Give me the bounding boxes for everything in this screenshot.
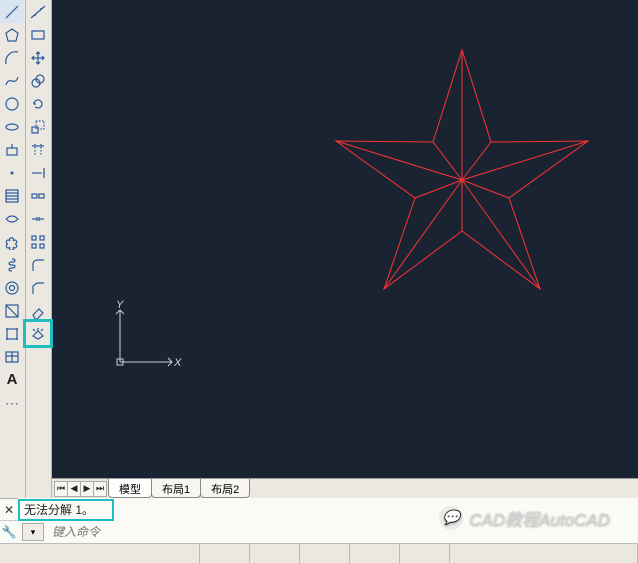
layout-tabs: ⏮ ◀ ▶ ⏭ 模型 布局1 布局2: [52, 478, 638, 498]
model-space[interactable]: X Y ⏮ ◀ ▶ ⏭ 模型 布局1 布局2: [52, 0, 638, 498]
xline-tool[interactable]: [26, 0, 50, 23]
tab-layout2[interactable]: 布局2: [200, 479, 250, 498]
command-input-line: 🔧 ▾: [0, 521, 638, 543]
star-drawing: [52, 0, 638, 478]
join-tool[interactable]: [26, 207, 50, 230]
text-tool[interactable]: A: [0, 368, 24, 391]
explode-tool[interactable]: [26, 322, 50, 345]
command-close-icon[interactable]: ✕: [0, 500, 18, 520]
extend-tool[interactable]: [26, 161, 50, 184]
app-window: A ⋯: [0, 0, 638, 498]
region-tool[interactable]: [0, 207, 24, 230]
svg-text:X: X: [173, 357, 182, 369]
donut-tool[interactable]: [0, 276, 24, 299]
tab-nav-prev[interactable]: ◀: [67, 481, 81, 497]
ucs-icon: X Y: [112, 300, 182, 370]
spline-tool[interactable]: [0, 69, 24, 92]
drawing-canvas[interactable]: X Y: [52, 0, 638, 478]
erase-tool[interactable]: [26, 299, 50, 322]
command-input[interactable]: [48, 523, 638, 541]
break-tool[interactable]: [26, 184, 50, 207]
tab-nav-last[interactable]: ⏭: [93, 481, 107, 497]
tab-nav-first[interactable]: ⏮: [54, 481, 68, 497]
command-settings-icon[interactable]: 🔧: [0, 522, 18, 542]
copy-tool[interactable]: [26, 69, 50, 92]
table-tool[interactable]: [0, 345, 24, 368]
hatch-tool[interactable]: [0, 184, 24, 207]
draw-toolbar: A ⋯: [0, 0, 26, 498]
command-area: ✕ 无法分解 1。 🔧 ▾: [0, 498, 638, 563]
array-tool[interactable]: [26, 230, 50, 253]
tab-nav-next[interactable]: ▶: [80, 481, 94, 497]
arc-tool[interactable]: [0, 46, 24, 69]
scale-tool[interactable]: [26, 115, 50, 138]
rectangle-tool[interactable]: [26, 23, 50, 46]
circle-tool[interactable]: [0, 92, 24, 115]
command-history-text: 无法分解 1。: [18, 498, 638, 521]
line-tool[interactable]: [0, 0, 24, 23]
point-tool[interactable]: [0, 161, 24, 184]
command-history-dropdown[interactable]: ▾: [22, 523, 44, 541]
tab-layout1[interactable]: 布局1: [151, 479, 201, 498]
command-history-line: ✕ 无法分解 1。: [0, 499, 638, 521]
tab-model[interactable]: 模型: [108, 479, 152, 498]
block-tool[interactable]: [0, 138, 24, 161]
helix-tool[interactable]: [0, 253, 24, 276]
move-tool[interactable]: [26, 46, 50, 69]
boundary-tool[interactable]: [0, 299, 24, 322]
svg-text:Y: Y: [116, 300, 124, 311]
more-tool[interactable]: ⋯: [0, 391, 24, 414]
rotate-tool[interactable]: [26, 92, 50, 115]
revcloud-tool[interactable]: [0, 230, 24, 253]
trim-tool[interactable]: [26, 138, 50, 161]
chamfer-tool[interactable]: [26, 276, 50, 299]
fillet-tool[interactable]: [26, 253, 50, 276]
ellipse-arc-tool[interactable]: [0, 115, 24, 138]
wipeout-tool[interactable]: [0, 322, 24, 345]
polygon-tool[interactable]: [0, 23, 24, 46]
modify-toolbar: [26, 0, 52, 498]
status-bar: [0, 543, 638, 563]
